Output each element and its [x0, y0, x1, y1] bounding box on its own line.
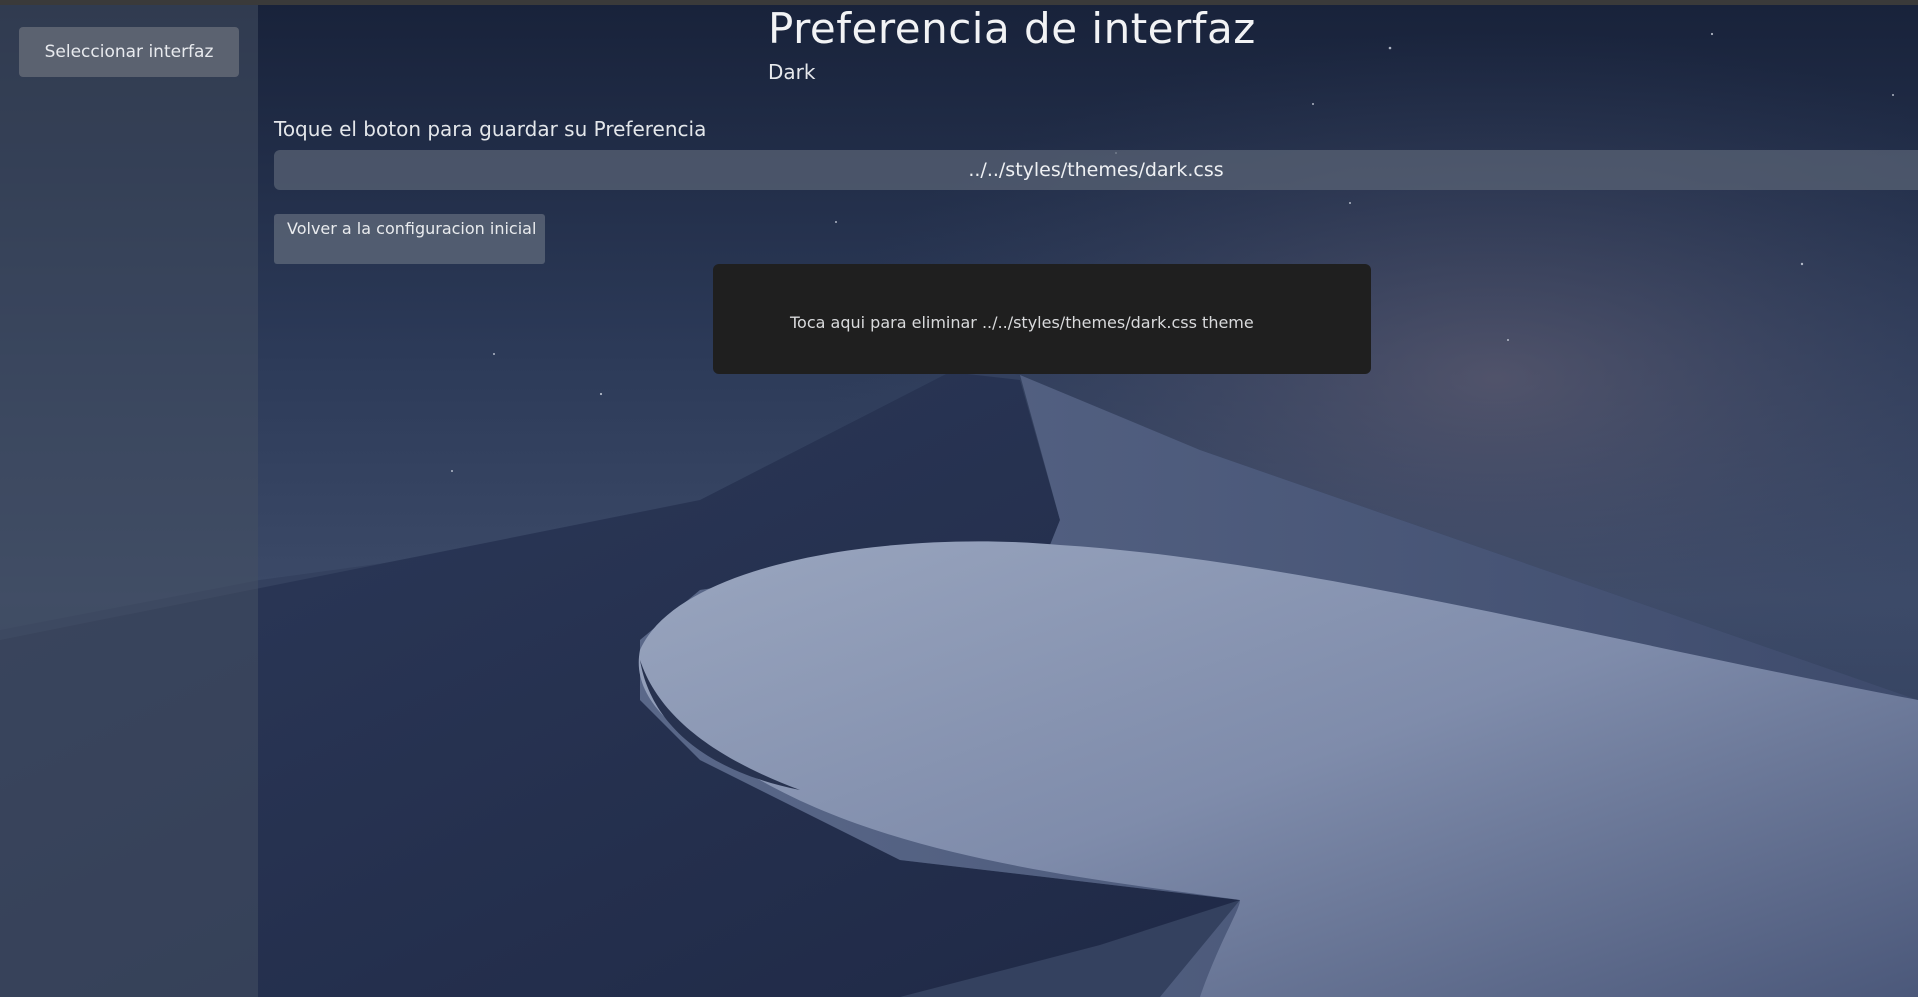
current-theme-label: Dark	[768, 60, 816, 84]
sidebar: Seleccionar interfaz	[0, 5, 258, 997]
save-theme-preference-button[interactable]: ../../styles/themes/dark.css	[274, 150, 1918, 190]
save-instruction-text: Toque el boton para guardar su Preferenc…	[274, 117, 707, 141]
reset-default-config-button[interactable]: Volver a la configuracion inicial	[274, 214, 545, 264]
delete-theme-prompt[interactable]: Toca aqui para eliminar ../../styles/the…	[713, 264, 1371, 374]
page-title: Preferencia de interfaz	[768, 4, 1256, 53]
select-interface-button[interactable]: Seleccionar interfaz	[19, 27, 239, 77]
